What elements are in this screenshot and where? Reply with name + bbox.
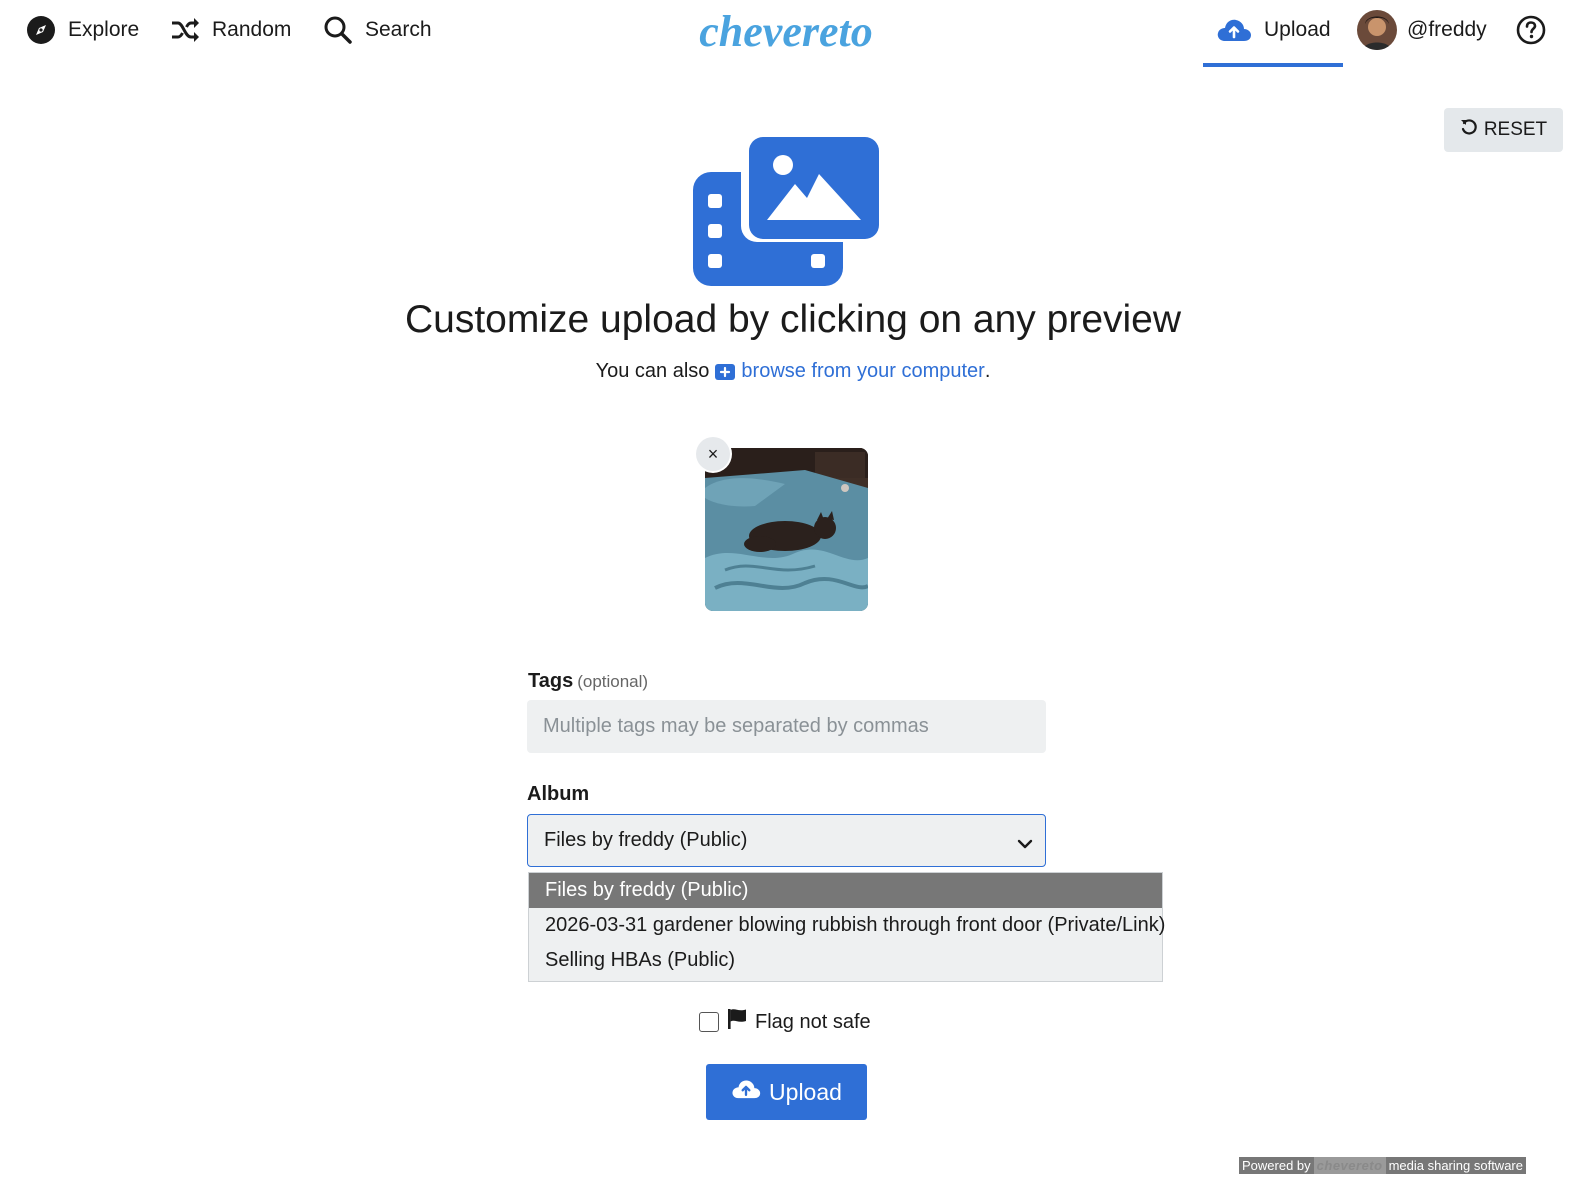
powered-suffix: media sharing software bbox=[1385, 1157, 1526, 1174]
flag-not-safe-row: Flag not safe bbox=[699, 1008, 871, 1036]
nav-search[interactable]: Search bbox=[323, 12, 432, 48]
reset-label: RESET bbox=[1483, 119, 1548, 140]
close-icon: × bbox=[707, 443, 719, 464]
tags-label: Tags (optional) bbox=[528, 670, 648, 693]
upload-preview-thumbnail[interactable] bbox=[705, 448, 868, 611]
remove-preview-button[interactable]: × bbox=[696, 437, 730, 471]
tags-input[interactable] bbox=[527, 700, 1046, 753]
shuffle-icon bbox=[170, 17, 200, 43]
cloud-upload-icon bbox=[1216, 16, 1252, 44]
help-icon bbox=[1516, 15, 1546, 45]
tags-label-text: Tags bbox=[528, 670, 574, 692]
powered-prefix: Powered by bbox=[1239, 1157, 1314, 1174]
nav-upload[interactable]: Upload bbox=[1216, 12, 1331, 48]
chevron-down-icon bbox=[1017, 833, 1033, 856]
cloud-upload-icon bbox=[731, 1077, 761, 1107]
flag-icon bbox=[727, 1008, 747, 1036]
folder-plus-icon[interactable] bbox=[715, 363, 736, 381]
browse-hint-prefix: You can also bbox=[595, 360, 710, 382]
album-option[interactable]: 2026-03-31 gardener blowing rubbish thro… bbox=[529, 908, 1165, 943]
undo-icon bbox=[1460, 118, 1478, 142]
album-option[interactable]: Selling HBAs (Public) bbox=[529, 943, 1162, 978]
nav-random-label: Random bbox=[212, 18, 292, 41]
avatar bbox=[1357, 10, 1397, 50]
album-label: Album bbox=[527, 783, 590, 805]
album-select[interactable]: Files by freddy (Public) bbox=[527, 814, 1046, 867]
flag-not-safe-checkbox[interactable] bbox=[699, 1012, 719, 1032]
flag-not-safe-label: Flag not safe bbox=[755, 1010, 871, 1033]
nav-explore[interactable]: Explore bbox=[26, 12, 139, 48]
upload-button[interactable]: Upload bbox=[706, 1064, 867, 1120]
nav-search-label: Search bbox=[365, 18, 432, 41]
active-tab-indicator bbox=[1203, 63, 1343, 67]
top-bar: Explore Random Search chevereto Upload @… bbox=[0, 0, 1586, 68]
album-selected-value: Files by freddy (Public) bbox=[544, 829, 748, 851]
album-dropdown-list: Files by freddy (Public) 2026-03-31 gard… bbox=[528, 872, 1165, 982]
help-button[interactable] bbox=[1516, 12, 1546, 48]
user-menu[interactable]: @freddy bbox=[1357, 10, 1487, 50]
upload-button-label: Upload bbox=[769, 1078, 842, 1105]
compass-icon bbox=[26, 15, 56, 45]
user-name-label: @freddy bbox=[1407, 18, 1487, 41]
logo-text: chevereto bbox=[699, 7, 872, 56]
nav-explore-label: Explore bbox=[68, 18, 140, 41]
album-option[interactable]: Files by freddy (Public) bbox=[529, 873, 1162, 908]
photo-video-icon bbox=[693, 136, 881, 288]
page-title: Customize upload by clicking on any prev… bbox=[404, 298, 1182, 341]
tags-optional-hint: (optional) bbox=[577, 672, 649, 691]
powered-by-badge[interactable]: Powered by chevereto media sharing softw… bbox=[1239, 1157, 1526, 1174]
browse-hint: You can also browse from your computer. bbox=[0, 360, 1586, 383]
nav-random[interactable]: Random bbox=[170, 12, 291, 48]
powered-brand: chevereto bbox=[1313, 1157, 1386, 1174]
browse-computer-link[interactable]: browse from your computer bbox=[741, 360, 984, 383]
nav-upload-label: Upload bbox=[1264, 18, 1331, 41]
chevereto-logo[interactable]: chevereto bbox=[686, 4, 886, 60]
browse-hint-suffix: . bbox=[984, 360, 991, 382]
reset-button[interactable]: RESET bbox=[1444, 108, 1563, 152]
search-icon bbox=[323, 15, 353, 45]
